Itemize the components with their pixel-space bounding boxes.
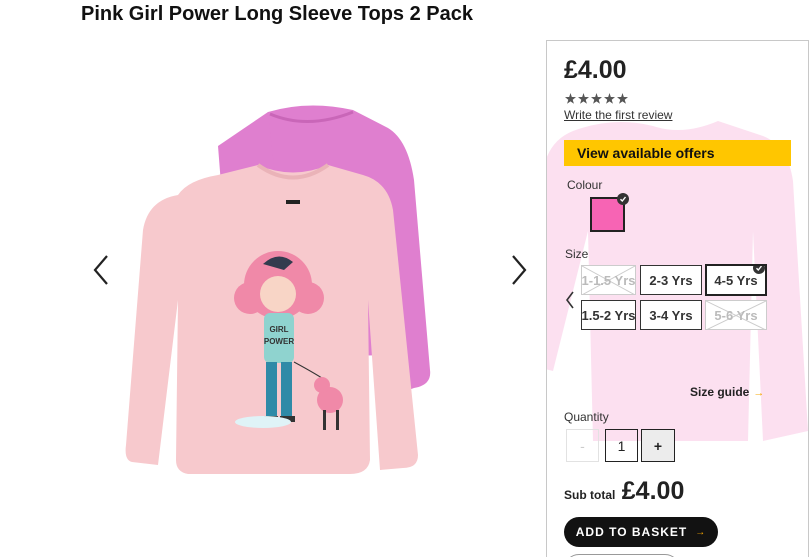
chevron-left-icon bbox=[566, 291, 574, 309]
size-option-2-3-yrs[interactable]: 2-3 Yrs bbox=[640, 265, 702, 295]
subtotal: Sub total £4.00 bbox=[564, 477, 684, 506]
subtotal-value: £4.00 bbox=[621, 477, 685, 505]
rating-stars bbox=[565, 93, 628, 104]
add-to-basket-label: ADD TO BASKET bbox=[575, 525, 688, 539]
quantity-label: Quantity bbox=[564, 410, 609, 424]
star-icon bbox=[591, 93, 602, 104]
star-icon bbox=[617, 93, 628, 104]
quantity-input[interactable]: 1 bbox=[605, 429, 638, 462]
size-option-4-5-yrs[interactable]: 4-5 Yrs bbox=[705, 264, 767, 296]
star-icon bbox=[565, 93, 576, 104]
star-icon bbox=[604, 93, 615, 104]
size-guide-label: Size guide bbox=[690, 385, 750, 399]
add-to-basket-button[interactable]: ADD TO BASKET → bbox=[564, 517, 718, 547]
colour-swatch-pink[interactable] bbox=[590, 193, 629, 232]
size-option-label: 3-4 Yrs bbox=[649, 307, 693, 323]
size-option-label: 5-6 Yrs bbox=[714, 307, 758, 323]
product-image: GIRL POWER bbox=[125, 105, 431, 474]
size-label: Size bbox=[565, 247, 589, 261]
size-scroll-prev-button[interactable] bbox=[561, 287, 579, 313]
check-icon bbox=[617, 193, 629, 205]
arrow-right-icon: → bbox=[695, 526, 707, 538]
check-icon bbox=[753, 266, 765, 274]
size-option-1.5-2-yrs[interactable]: 1.5-2 Yrs bbox=[581, 300, 636, 330]
star-icon bbox=[578, 93, 589, 104]
arrow-right-icon: → bbox=[753, 387, 765, 399]
size-guide-link[interactable]: Size guide → bbox=[690, 385, 764, 399]
view-offers-button[interactable]: View available offers bbox=[564, 140, 791, 166]
size-option-1-1.5-yrs[interactable]: 1-1.5 Yrs bbox=[581, 265, 636, 295]
write-review-link[interactable]: Write the first review bbox=[564, 108, 672, 122]
quantity-decrease-button[interactable]: - bbox=[566, 429, 599, 462]
buy-panel: £4.00 Write the first review View availa… bbox=[546, 40, 809, 557]
colour-label: Colour bbox=[567, 178, 603, 192]
subtotal-label: Sub total bbox=[564, 488, 616, 502]
product-price: £4.00 bbox=[564, 56, 627, 84]
chevron-right-icon bbox=[512, 255, 527, 285]
size-option-5-6-yrs[interactable]: 5-6 Yrs bbox=[705, 300, 767, 330]
gallery-prev-button[interactable] bbox=[86, 250, 116, 290]
size-option-3-4-yrs[interactable]: 3-4 Yrs bbox=[640, 300, 702, 330]
size-option-label: 1.5-2 Yrs bbox=[581, 307, 636, 323]
shirt-print-line1: GIRL bbox=[269, 325, 288, 334]
size-option-label: 4-5 Yrs bbox=[714, 272, 758, 288]
product-title: Pink Girl Power Long Sleeve Tops 2 Pack bbox=[81, 3, 473, 25]
gallery-next-button[interactable] bbox=[504, 250, 534, 290]
size-option-label: 2-3 Yrs bbox=[649, 272, 693, 288]
quantity-increase-button[interactable]: + bbox=[641, 429, 675, 462]
shirt-print-line2: POWER bbox=[264, 337, 294, 346]
chevron-left-icon bbox=[93, 255, 108, 285]
size-option-label: 1-1.5 Yrs bbox=[581, 272, 636, 288]
